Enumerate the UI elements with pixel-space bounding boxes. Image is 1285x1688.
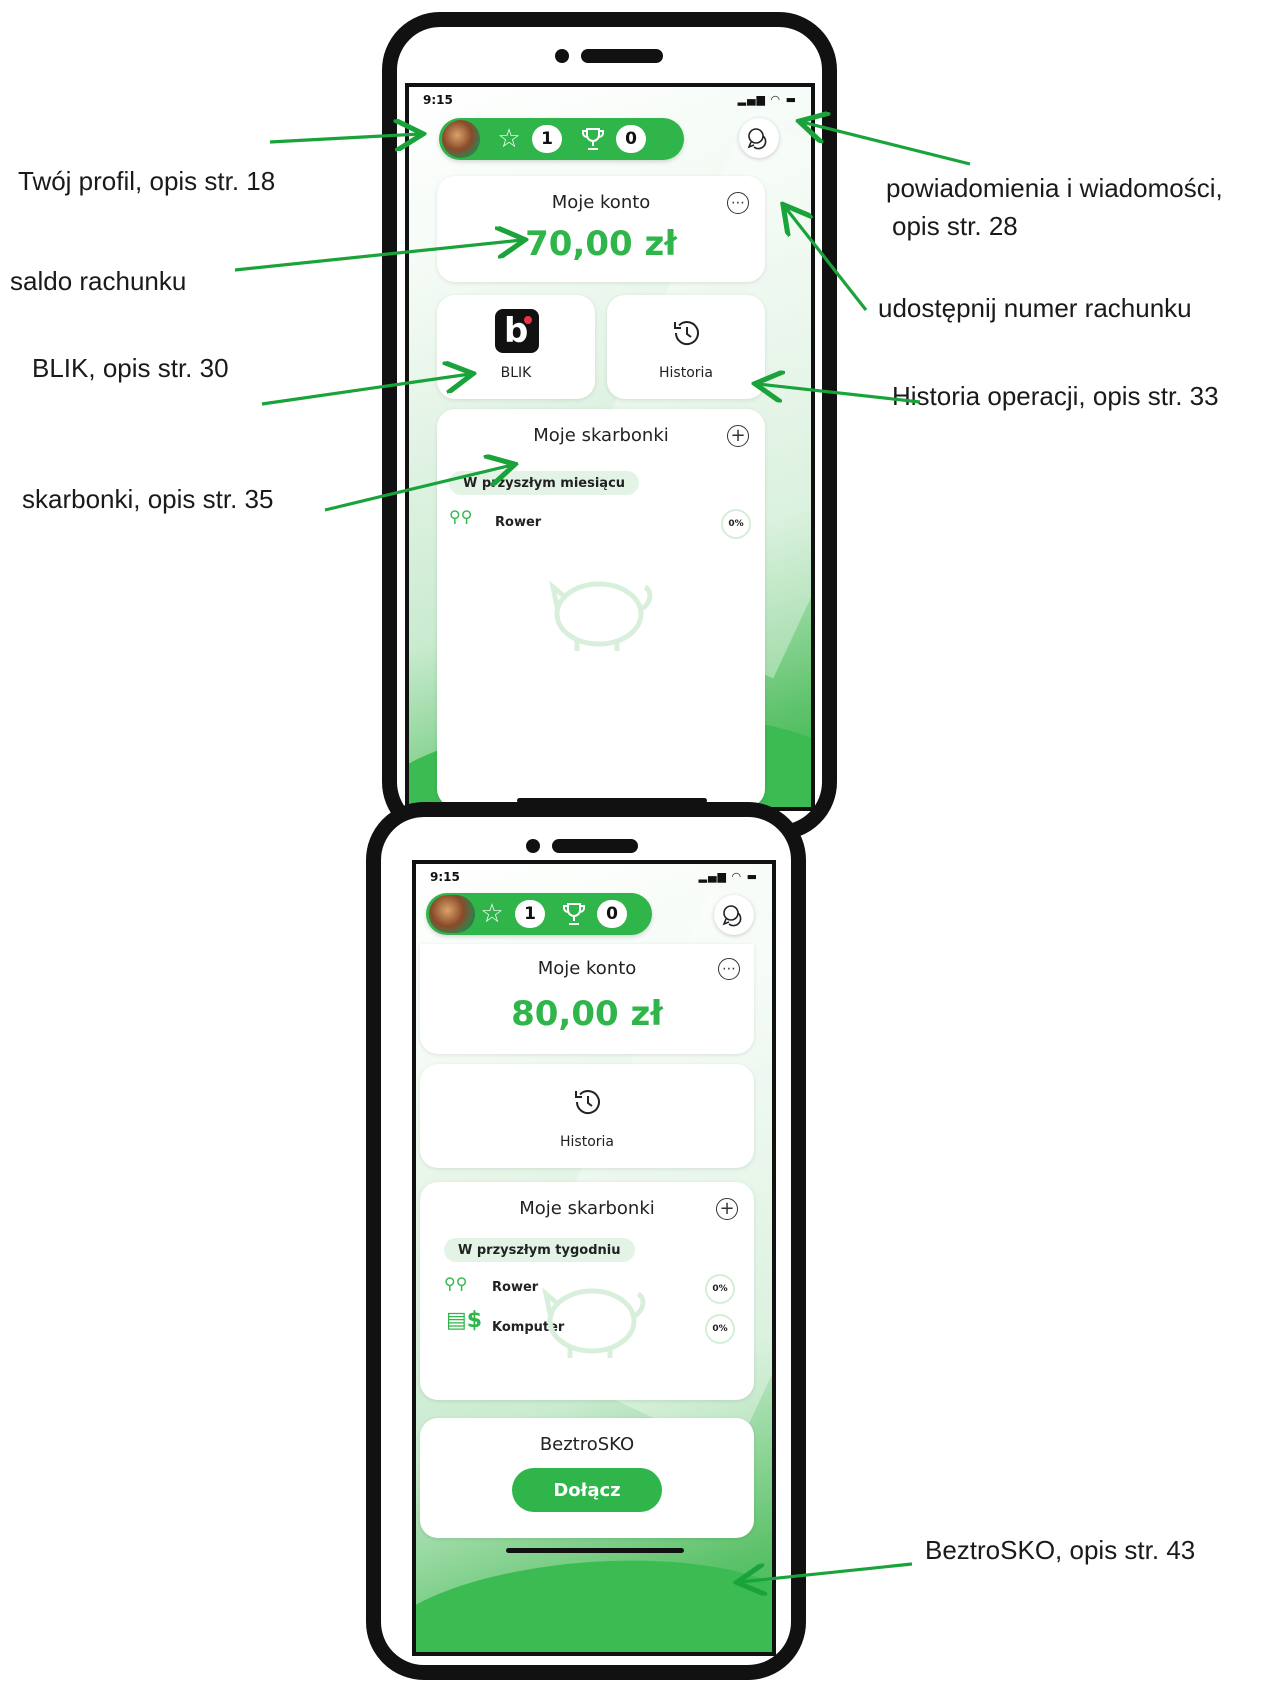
arrow-blik [261, 374, 470, 406]
arrow-history [758, 384, 921, 404]
arrow-savings [324, 465, 512, 512]
arrow-beztrosko [740, 1562, 913, 1582]
arrow-share [785, 207, 868, 311]
annotation-arrows [234, 0, 971, 1688]
arrow-profile [269, 134, 420, 142]
arrow-notifications [802, 122, 971, 166]
arrow-balance [234, 240, 522, 272]
